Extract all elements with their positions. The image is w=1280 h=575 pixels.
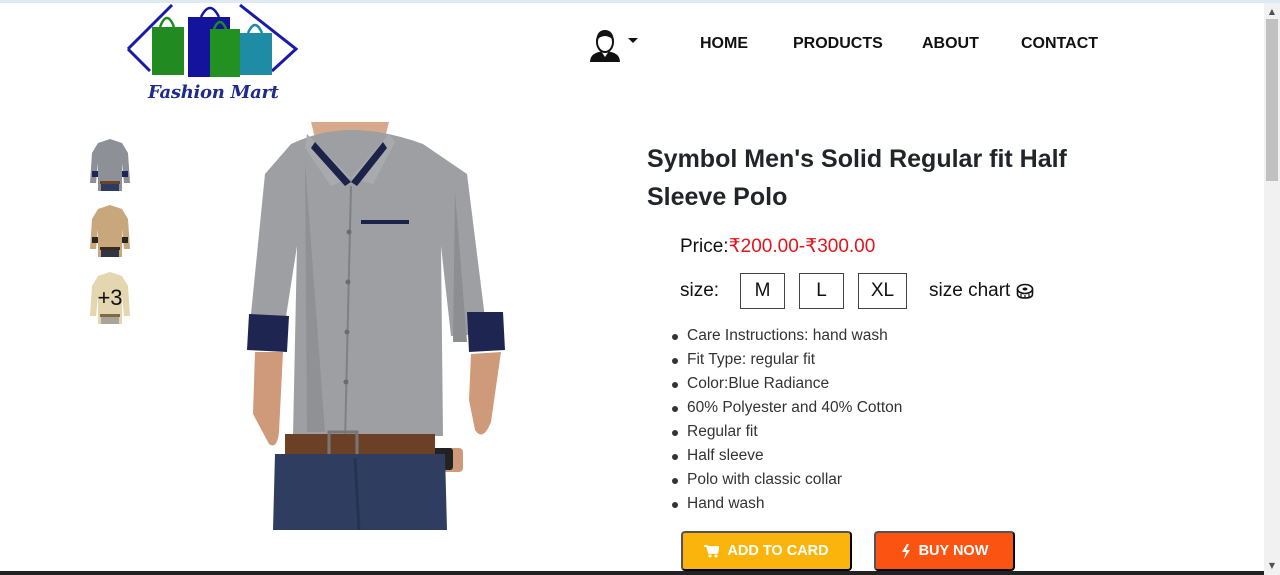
user-avatar-icon	[590, 30, 620, 62]
product-price: Price:₹200.00-₹300.00	[680, 235, 875, 258]
feature-item: Regular fit	[670, 420, 902, 444]
size-option-l[interactable]: L	[799, 273, 844, 309]
feature-item: Polo with classic collar	[670, 468, 902, 492]
nav-products[interactable]: PRODUCTS	[793, 35, 883, 53]
scrollbar-thumb[interactable]	[1266, 19, 1278, 181]
scroll-down-arrow-icon[interactable]: ▼	[1264, 561, 1280, 571]
nav-contact[interactable]: CONTACT	[1021, 35, 1098, 53]
measuring-tape-icon	[1017, 283, 1034, 299]
feature-item: 60% Polyester and 40% Cotton	[670, 396, 902, 420]
buy-now-button[interactable]: BUY NOW	[874, 531, 1015, 571]
feature-item: Half sleeve	[670, 444, 902, 468]
feature-item: Hand wash	[670, 492, 902, 516]
nav-about[interactable]: ABOUT	[922, 35, 979, 53]
more-images-count: +3	[97, 285, 123, 310]
brand-logo[interactable]: Fashion Mart	[122, 3, 300, 107]
cart-icon	[704, 544, 720, 557]
size-chart-link[interactable]: size chart	[929, 280, 1034, 302]
size-selector: size: M L XL size chart	[680, 273, 1034, 309]
scroll-up-arrow-icon[interactable]: ▲	[1264, 7, 1280, 17]
thumbnail-grey-shirt[interactable]	[84, 137, 136, 193]
nav-home[interactable]: HOME	[700, 35, 748, 53]
add-to-cart-button[interactable]: ADD TO CARD	[681, 531, 852, 571]
user-account-dropdown[interactable]	[588, 30, 640, 62]
thumbnail-more-images[interactable]: +3	[84, 270, 136, 326]
buy-now-label: BUY NOW	[918, 543, 989, 559]
bottom-border	[0, 571, 1264, 575]
page-scrollbar[interactable]: ▲ ▼	[1264, 3, 1280, 575]
product-main-image[interactable]	[245, 122, 525, 531]
caret-down-icon	[628, 37, 638, 43]
feature-item: Color:Blue Radiance	[670, 372, 902, 396]
price-value: ₹200.00-₹300.00	[728, 236, 876, 257]
size-label: size:	[680, 280, 720, 301]
bolt-icon	[901, 543, 910, 559]
thumbnail-khaki-shirt[interactable]	[84, 203, 136, 259]
size-option-m[interactable]: M	[740, 273, 785, 309]
add-to-cart-label: ADD TO CARD	[727, 543, 829, 559]
price-label: Price:	[680, 236, 729, 257]
feature-item: Care Instructions: hand wash	[670, 324, 902, 348]
size-chart-label: size chart	[929, 280, 1011, 301]
product-features-list: Care Instructions: hand wash Fit Type: r…	[670, 324, 902, 516]
product-title: Symbol Men's Solid Regular fit Half Slee…	[647, 145, 1067, 211]
feature-item: Fit Type: regular fit	[670, 348, 902, 372]
brand-name: Fashion Mart	[148, 82, 279, 103]
size-option-xl[interactable]: XL	[858, 273, 907, 309]
